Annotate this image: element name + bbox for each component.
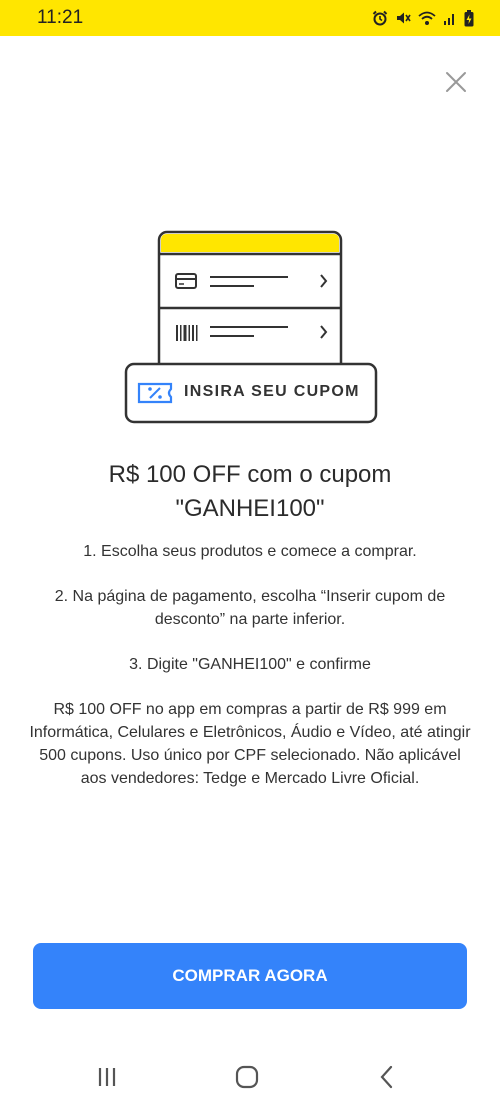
recent-apps-button[interactable] [87, 1062, 127, 1092]
coupon-input-label: INSIRA SEU CUPOM [184, 383, 360, 400]
close-icon [446, 72, 466, 92]
step-2: 2. Na página de pagamento, escolha “Inse… [54, 588, 446, 628]
buy-now-button[interactable]: COMPRAR AGORA [33, 943, 467, 1009]
step-3: 3. Digite "GANHEI100" e confirme [129, 656, 371, 673]
status-bar: 11:21 [0, 0, 500, 36]
promo-title-line2: "GANHEI100" [175, 495, 325, 522]
terms-text: R$ 100 OFF no app em compras a partir de… [29, 701, 471, 787]
promo-title: R$ 100 OFF com o cupom "GANHEI100" [40, 458, 460, 526]
coupon-illustration: INSIRA SEU CUPOM [124, 230, 378, 426]
step-1: 1. Escolha seus produtos e comece a comp… [83, 543, 417, 560]
promo-title-line1: R$ 100 OFF com o cupom [108, 461, 392, 488]
home-icon [235, 1065, 259, 1089]
instructions: 1. Escolha seus produtos e comece a comp… [28, 540, 472, 812]
status-time: 11:21 [37, 7, 84, 28]
wifi-icon [418, 11, 436, 25]
navigation-bar [0, 1050, 500, 1111]
mute-icon [397, 12, 411, 24]
back-button[interactable] [367, 1062, 407, 1092]
alarm-icon [372, 10, 388, 26]
back-icon [380, 1065, 393, 1089]
status-icons [372, 9, 474, 27]
signal-icon [444, 14, 454, 25]
home-button[interactable] [227, 1062, 267, 1092]
close-button[interactable] [438, 64, 474, 100]
recent-apps-icon [98, 1068, 116, 1086]
battery-icon [464, 9, 474, 26]
